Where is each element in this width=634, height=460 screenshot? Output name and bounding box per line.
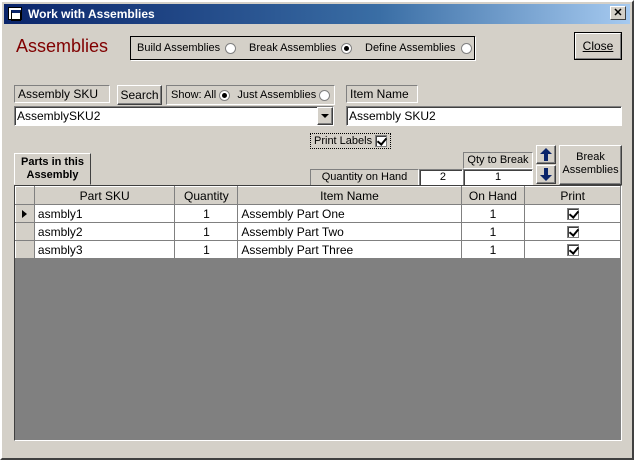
window-title: Work with Assemblies — [28, 7, 155, 21]
assembly-sku-dropdown-button[interactable] — [317, 107, 333, 125]
cell-quantity[interactable]: 1 — [174, 240, 239, 259]
form-icon — [8, 7, 22, 21]
print-labels-option[interactable]: Print Labels — [310, 133, 392, 149]
window: Work with Assemblies ✕ Assemblies Build … — [0, 0, 634, 460]
mode-break-label: Break Assemblies — [249, 42, 337, 54]
row-selector[interactable] — [15, 240, 35, 259]
table-row[interactable]: asmbly2 1 Assembly Part Two 1 — [15, 222, 621, 241]
mode-define-radio[interactable] — [460, 42, 472, 54]
mode-break-radio[interactable] — [341, 42, 353, 54]
cell-part-sku[interactable]: asmbly2 — [33, 222, 176, 241]
just-assemblies-radio[interactable] — [319, 89, 331, 101]
parts-in-assembly-label: Parts in this Assembly — [14, 153, 91, 185]
qty-on-hand-field: 2 — [419, 169, 463, 186]
break-button-line1: Break — [576, 151, 605, 163]
mode-option-group: Build Assemblies Break Assemblies Define… — [130, 36, 475, 60]
assembly-sku-combo[interactable]: AssemblySKU2 — [14, 106, 334, 126]
parts-tab-line1: Parts in this — [21, 156, 84, 168]
break-assemblies-button[interactable]: Break Assemblies — [559, 145, 622, 185]
just-assemblies-label: Just Assemblies — [237, 89, 317, 101]
table-row[interactable]: asmbly1 1 Assembly Part One 1 — [15, 204, 621, 223]
cell-quantity[interactable]: 1 — [174, 222, 239, 241]
cell-part-sku[interactable]: asmbly3 — [33, 240, 176, 259]
break-button-line2: Assemblies — [562, 164, 619, 176]
close-button-label: Close — [582, 39, 614, 53]
cell-item-name[interactable]: Assembly Part One — [237, 204, 462, 223]
cell-print[interactable] — [524, 204, 621, 223]
search-button[interactable]: Search — [117, 85, 162, 105]
show-all-label: Show: All — [171, 89, 217, 101]
print-labels-checkbox[interactable] — [375, 135, 388, 148]
item-name-label: Item Name — [346, 85, 418, 103]
column-header-print[interactable]: Print — [524, 186, 621, 205]
column-header-part-sku[interactable]: Part SKU — [33, 186, 176, 205]
mode-break-assemblies[interactable]: Break Assemblies — [249, 42, 353, 54]
print-labels-label: Print Labels — [314, 135, 373, 147]
cell-item-name[interactable]: Assembly Part Two — [237, 222, 462, 241]
row-selector[interactable] — [15, 222, 35, 241]
qty-on-hand-label: Quantity on Hand — [310, 169, 419, 186]
parts-tab-line2: Assembly — [26, 169, 79, 181]
chevron-down-icon — [321, 114, 329, 118]
cell-on-hand[interactable]: 1 — [460, 240, 526, 259]
column-header-on-hand[interactable]: On Hand — [460, 186, 526, 205]
mode-build-radio[interactable] — [225, 42, 237, 54]
current-record-pointer-icon — [22, 210, 28, 219]
mode-define-assemblies[interactable]: Define Assemblies — [365, 42, 472, 54]
table-row[interactable]: asmbly3 1 Assembly Part Three 1 — [15, 240, 621, 259]
mode-build-label: Build Assemblies — [137, 42, 221, 54]
mode-define-label: Define Assemblies — [365, 42, 456, 54]
parts-datasheet[interactable]: Part SKU Quantity Item Name On Hand Prin… — [14, 185, 622, 441]
decrease-qty-button[interactable] — [536, 165, 556, 184]
qty-to-break-field[interactable]: 1 — [463, 169, 533, 186]
cell-print[interactable] — [524, 240, 621, 259]
cell-print[interactable] — [524, 222, 621, 241]
form-title: Assemblies — [16, 36, 109, 56]
print-checkbox[interactable] — [566, 208, 579, 221]
qty-to-break-label: Qty to Break — [463, 152, 533, 169]
show-filter-group: Show: All Just Assemblies — [166, 85, 335, 105]
title-bar[interactable]: Work with Assemblies ✕ — [4, 4, 630, 24]
row-selector-current[interactable] — [15, 204, 35, 223]
increase-qty-button[interactable] — [536, 145, 556, 164]
column-header-item-name[interactable]: Item Name — [237, 186, 462, 205]
cell-quantity[interactable]: 1 — [174, 204, 239, 223]
column-header-quantity[interactable]: Quantity — [174, 186, 239, 205]
print-checkbox[interactable] — [566, 244, 579, 257]
show-all-radio[interactable] — [219, 89, 231, 101]
cell-on-hand[interactable]: 1 — [460, 222, 526, 241]
arrow-down-icon — [540, 168, 552, 181]
assembly-sku-value: AssemblySKU2 — [17, 109, 101, 123]
row-selector-header[interactable] — [15, 186, 35, 205]
cell-item-name[interactable]: Assembly Part Three — [237, 240, 462, 259]
print-checkbox[interactable] — [566, 226, 579, 239]
arrow-up-icon — [540, 148, 552, 161]
table-header-row: Part SKU Quantity Item Name On Hand Prin… — [15, 186, 621, 205]
parts-table: Part SKU Quantity Item Name On Hand Prin… — [15, 186, 621, 259]
mode-build-assemblies[interactable]: Build Assemblies — [137, 42, 237, 54]
close-button[interactable]: Close — [574, 32, 622, 60]
cell-part-sku[interactable]: asmbly1 — [33, 204, 176, 223]
assembly-sku-label: Assembly SKU — [14, 85, 110, 103]
cell-on-hand[interactable]: 1 — [460, 204, 526, 223]
window-close-button[interactable]: ✕ — [610, 6, 626, 20]
item-name-field[interactable]: Assembly SKU2 — [346, 106, 622, 126]
